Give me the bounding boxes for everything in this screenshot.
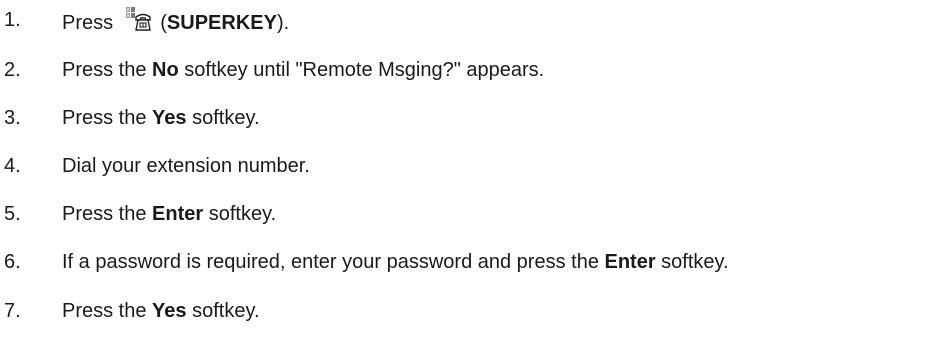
step-6: 6. If a password is required, enter your… — [0, 247, 729, 277]
step-text: Dial your extension number. — [62, 154, 310, 177]
step-keyword: Enter — [152, 202, 204, 225]
step-number: 7. — [4, 299, 21, 322]
step-keyword: No — [152, 58, 179, 81]
superkey-phone-icon — [125, 6, 151, 31]
step-2: 2. Press the No softkey until "Remote Ms… — [0, 55, 544, 85]
step-text-paren: ( — [154, 11, 167, 34]
step-text-after: softkey. — [186, 299, 260, 322]
step-number: 5. — [4, 202, 21, 225]
step-text-after: softkey. — [203, 202, 277, 225]
step-text-before: Press the — [62, 58, 153, 81]
step-keyword: Enter — [604, 250, 656, 273]
instruction-list: 1. Press (SUPERKEY). 2. Press the No sof… — [0, 0, 949, 362]
step-text-after: softkey. — [186, 106, 260, 129]
step-3: 3. Press the Yes softkey. — [0, 103, 260, 133]
step-number: 1. — [4, 8, 21, 31]
step-number: 6. — [4, 250, 21, 273]
step-text: If a password is required, enter your pa… — [62, 251, 729, 274]
step-number: 2. — [4, 58, 21, 81]
step-number: 3. — [4, 106, 21, 129]
step-text-before: Press — [62, 11, 119, 34]
step-text-before: Press the — [62, 106, 153, 129]
step-text: Press the Yes softkey. — [62, 300, 260, 323]
step-text: Press the No softkey until "Remote Msgin… — [62, 59, 544, 82]
step-text-after: softkey. — [655, 250, 729, 273]
step-keyword: Yes — [152, 106, 187, 129]
step-4: 4. Dial your extension number. — [0, 151, 310, 181]
step-text: Press (SUPERKEY). — [62, 6, 289, 35]
step-number: 4. — [4, 154, 21, 177]
step-text: Press the Enter softkey. — [62, 203, 276, 226]
step-text-before: Press the — [62, 202, 153, 225]
step-1: 1. Press (SUPERKEY). — [0, 5, 289, 35]
step-text-before: Press the — [62, 299, 153, 322]
step-7: 7. Press the Yes softkey. — [0, 296, 260, 326]
step-keyword: SUPERKEY — [166, 11, 277, 34]
step-text: Press the Yes softkey. — [62, 107, 260, 130]
step-text-after: ). — [276, 11, 290, 34]
step-text-after: softkey until "Remote Msging?" appears. — [178, 58, 545, 81]
step-keyword: Yes — [152, 299, 187, 322]
step-text-before: If a password is required, enter your pa… — [62, 250, 605, 273]
step-5: 5. Press the Enter softkey. — [0, 199, 276, 229]
